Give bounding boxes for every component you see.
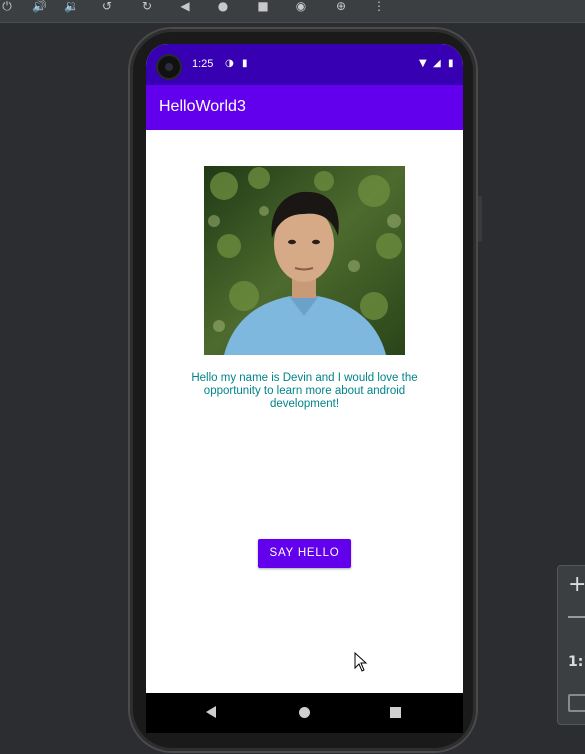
power-icon[interactable]: ⏻ — [0, 0, 14, 12]
more-icon[interactable]: ⋮ — [372, 0, 386, 12]
device-screen: 1:25 ◑ ▮ ▼ ◢ ▮ HelloWorld3 Hello my name… — [146, 44, 463, 693]
mouse-cursor-icon — [354, 652, 368, 672]
screenshot-icon[interactable]: ◉ — [294, 0, 308, 12]
nav-back-icon[interactable] — [206, 706, 216, 718]
status-bar: 1:25 ◑ ▮ ▼ ◢ ▮ — [146, 44, 463, 85]
app-title: HelloWorld3 — [159, 98, 246, 115]
overview-icon[interactable]: ■ — [256, 0, 270, 12]
image-icon[interactable] — [568, 694, 585, 712]
zoom-in-button[interactable]: + — [568, 574, 585, 596]
volume-down-icon[interactable]: 🔉 — [64, 0, 79, 12]
nav-home-icon[interactable] — [299, 707, 310, 718]
zoom-panel: + 1:1 — [557, 565, 585, 725]
nav-recents-icon[interactable] — [390, 707, 401, 718]
android-nav-bar — [146, 693, 463, 733]
zoom-icon[interactable]: ⊕ — [334, 0, 348, 12]
profile-photo-image — [204, 166, 405, 355]
say-hello-button[interactable]: SAY HELLO — [258, 539, 351, 568]
app-bar: HelloWorld3 — [146, 85, 463, 130]
back-icon[interactable]: ◀ — [178, 0, 192, 12]
data-saver-icon: ◑ — [225, 58, 234, 69]
emulator-toolbar: ⏻ 🔊 🔉 ↺ ↻ ◀ ● ■ ◉ ⊕ ⋮ — [0, 0, 585, 23]
battery-icon: ▮ — [448, 58, 454, 69]
rotate-left-icon[interactable]: ↺ — [100, 0, 114, 12]
wifi-icon: ▼ — [419, 58, 427, 69]
zoom-ratio-button[interactable]: 1:1 — [568, 654, 585, 670]
rotate-right-icon[interactable]: ↻ — [140, 0, 154, 12]
volume-up-icon[interactable]: 🔊 — [32, 0, 47, 12]
home-icon[interactable]: ● — [216, 0, 230, 12]
intro-text: Hello my name is Devin and I would love … — [191, 372, 418, 410]
phone-side-button[interactable] — [478, 196, 482, 242]
sd-card-icon: ▮ — [242, 58, 248, 69]
zoom-out-button[interactable] — [568, 616, 585, 618]
status-time: 1:25 — [192, 58, 214, 70]
signal-icon: ◢ — [433, 58, 441, 69]
profile-photo — [204, 166, 405, 355]
front-camera — [158, 56, 180, 78]
